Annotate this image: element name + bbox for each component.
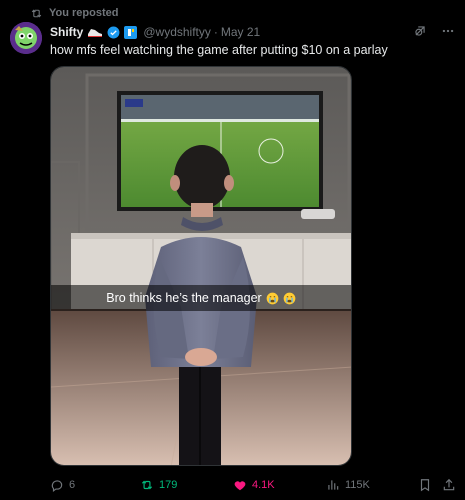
crying-face-emoji-icon bbox=[266, 292, 279, 304]
crying-face-emoji-icon bbox=[283, 292, 296, 304]
views-count: 115K bbox=[345, 479, 370, 491]
like-icon bbox=[234, 481, 246, 491]
affiliate-badge-icon[interactable] bbox=[124, 25, 138, 39]
tweet-date[interactable]: May 21 bbox=[221, 25, 260, 39]
avatar[interactable] bbox=[10, 22, 42, 54]
display-name[interactable]: Shifty bbox=[50, 25, 83, 39]
photo-kid-watching-tv bbox=[51, 67, 351, 465]
tweet-media-image[interactable]: Bro thinks he’s the manager bbox=[50, 66, 352, 466]
reply-button[interactable]: 6 bbox=[50, 478, 75, 492]
like-count: 4.1K bbox=[252, 479, 275, 491]
reply-icon bbox=[51, 480, 63, 492]
share-button[interactable] bbox=[442, 478, 456, 492]
header-actions bbox=[413, 24, 455, 38]
repost-count: 179 bbox=[159, 479, 178, 491]
verified-badge-icon[interactable] bbox=[107, 26, 120, 39]
views-button[interactable]: 115K bbox=[326, 478, 370, 492]
repost-icon bbox=[31, 8, 42, 18]
tweet-header: Shifty @wydshiftyy · May 21 bbox=[50, 24, 465, 40]
repost-icon bbox=[141, 480, 153, 490]
reply-count: 6 bbox=[69, 479, 76, 491]
like-button[interactable]: 4.1K bbox=[233, 478, 275, 492]
tweet-action-bar: 6 179 4.1K 115K bbox=[50, 476, 455, 494]
bookmark-icon bbox=[420, 479, 430, 492]
snap-caption-text: Bro thinks he’s the manager bbox=[106, 291, 262, 305]
views-icon bbox=[328, 480, 339, 490]
repost-label: You reposted bbox=[49, 7, 119, 19]
share-icon bbox=[443, 478, 455, 491]
author-handle[interactable]: @wydshiftyy bbox=[143, 25, 211, 39]
bookmark-button[interactable] bbox=[418, 478, 432, 492]
grok-icon[interactable] bbox=[413, 24, 427, 38]
more-icon[interactable] bbox=[441, 24, 455, 38]
separator-dot: · bbox=[213, 25, 218, 39]
snap-caption-bar: Bro thinks he’s the manager bbox=[51, 285, 351, 311]
tweet-text: how mfs feel watching the game after put… bbox=[50, 43, 388, 57]
repost-button[interactable]: 179 bbox=[140, 478, 177, 492]
shoe-emoji-icon bbox=[87, 26, 103, 38]
repost-indicator: You reposted bbox=[30, 6, 118, 20]
